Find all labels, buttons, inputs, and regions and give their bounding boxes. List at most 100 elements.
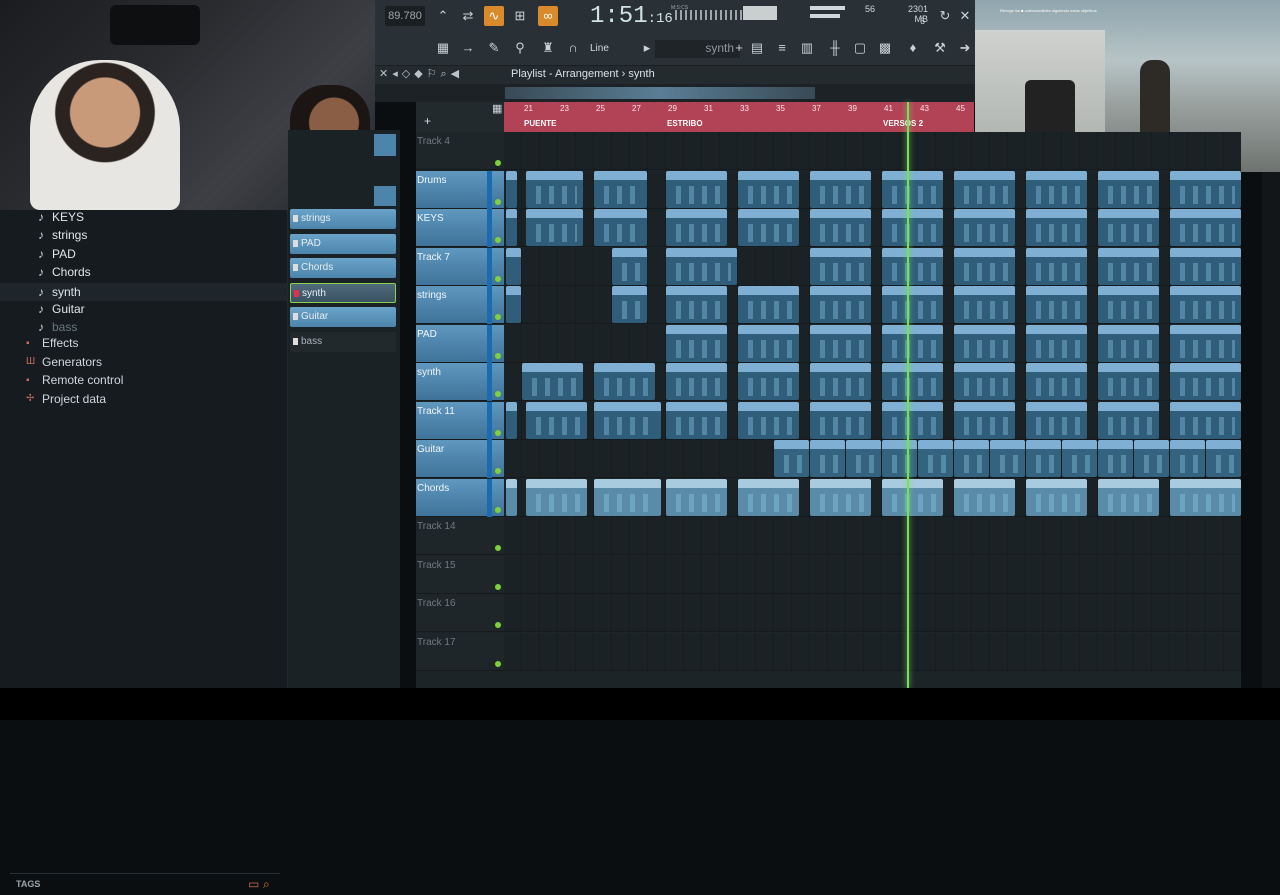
- pattern-clip[interactable]: ▮ synth: [954, 363, 1015, 400]
- timeline-marker[interactable]: PUENTE: [524, 119, 556, 128]
- pattern-clip[interactable]: ▮: [506, 478, 517, 516]
- pattern-clip[interactable]: ▮ Pattern 2: [954, 247, 1015, 285]
- track-lane[interactable]: ▮ ▮ st...gs ▮ strings ▮ strings ▮ strings ▮ s…: [504, 286, 1241, 324]
- pattern-clip[interactable]: ▮ Pattern 2: [1170, 247, 1241, 285]
- pattern-clip[interactable]: ▮ KEYS: [882, 209, 943, 246]
- mic-icon[interactable]: ♦: [903, 38, 923, 58]
- pattern-clip[interactable]: ▮ KEYS: [810, 209, 871, 246]
- step-edit-icon[interactable]: ⊞: [510, 6, 530, 26]
- add-track-icon[interactable]: +: [424, 114, 431, 128]
- export-icon[interactable]: ➜: [955, 38, 975, 58]
- picker-item[interactable]: synth: [290, 282, 396, 303]
- track-header[interactable]: Chords: [416, 478, 504, 517]
- pattern-clip[interactable]: ▮ Drums: [954, 170, 1015, 208]
- pattern-clip[interactable]: ▮ strings: [738, 286, 799, 323]
- tool-icon[interactable]: ⚒: [930, 38, 950, 58]
- pattern-clip[interactable]: ▮ strings: [666, 286, 727, 323]
- pattern-clip[interactable]: ▮ PAD: [1098, 324, 1159, 362]
- pattern-clip[interactable]: ▮ Guitar: [1206, 440, 1241, 477]
- pattern-clip[interactable]: ▮ Drums: [882, 170, 943, 208]
- pattern-clip[interactable]: ▮ synth: [1170, 363, 1241, 400]
- track-lane[interactable]: [504, 555, 1241, 594]
- magnet-icon[interactable]: ∩: [563, 38, 583, 58]
- track-lane[interactable]: [504, 517, 1241, 555]
- playhead[interactable]: [907, 102, 909, 688]
- channel-rack-icon[interactable]: ▥: [797, 38, 817, 58]
- pattern-clip[interactable]: ▮ bass: [954, 401, 1015, 439]
- pattern-clip[interactable]: ▮ Pattern 2: [810, 247, 871, 285]
- browser-item[interactable]: ♪ strings: [38, 228, 87, 242]
- track-mute-dot[interactable]: [495, 275, 501, 282]
- pattern-clip[interactable]: ▮ Guitar: [1062, 440, 1097, 477]
- pattern-clip[interactable]: ▮ Chords: [738, 478, 799, 516]
- pattern-clip[interactable]: ▮ bass: [738, 401, 799, 439]
- track-lane[interactable]: [504, 132, 1241, 170]
- picker-item[interactable]: strings: [290, 209, 396, 229]
- track-lane[interactable]: ▮ Guitar ▮ Guitar ▮ Guitar ▮ Guitar ▮ Guitar…: [504, 440, 1241, 478]
- track-header[interactable]: Track 4: [416, 132, 504, 170]
- pattern-clip[interactable]: ▮ Guitar: [774, 440, 809, 477]
- browser-folder[interactable]: ▪ Effects: [26, 336, 78, 350]
- track-mute-dot[interactable]: [495, 468, 501, 474]
- pattern-clip[interactable]: ▮ Pattern 2: [666, 247, 737, 285]
- browser-item[interactable]: ♪ Chords: [38, 265, 91, 279]
- pattern-clip[interactable]: ▮ KEYS: [738, 209, 799, 246]
- pattern-clip[interactable]: ▮ Pa..2: [612, 247, 647, 285]
- plugin-picker-icon[interactable]: ▩: [875, 38, 895, 58]
- track-lane[interactable]: ▮ ▮ Drums ▮ Drums ▮ Drums ▮ Drums ▮ Drums ▮ Dr…: [504, 170, 1241, 209]
- playlist-overview[interactable]: [375, 84, 975, 102]
- pattern-clip[interactable]: ▮ synth: [882, 363, 943, 400]
- track-mute-dot[interactable]: [495, 545, 501, 551]
- refresh-icon[interactable]: ↻: [935, 6, 955, 26]
- pattern-clip[interactable]: ▮ Chords: [882, 478, 943, 516]
- tools-icon[interactable]: ✕: [955, 6, 975, 26]
- pattern-clip[interactable]: ▮: [506, 209, 517, 246]
- loop-record-icon[interactable]: ∞: [538, 6, 558, 26]
- picker-item[interactable]: bass: [290, 332, 396, 352]
- pattern-clip[interactable]: ▮ strings: [882, 286, 943, 323]
- pattern-clip[interactable]: ▮ KEYS: [1170, 209, 1241, 246]
- pattern-clip[interactable]: ▮ KEYS: [526, 209, 583, 246]
- pattern-clip[interactable]: ▮ Chords: [954, 478, 1015, 516]
- pattern-clip[interactable]: ▮ bass: [1170, 401, 1241, 439]
- timeline-marker[interactable]: VERSOS 2: [883, 119, 923, 128]
- pattern-clip[interactable]: ▮ Drums: [666, 170, 727, 208]
- play-pattern-icon[interactable]: ▸: [637, 38, 657, 58]
- metronome-icon[interactable]: ⌃: [433, 6, 453, 26]
- arrow-right-icon[interactable]: →: [458, 38, 478, 58]
- pattern-clip[interactable]: ▮ PAD: [1026, 324, 1087, 362]
- pattern-clip[interactable]: ▮ bass: [810, 401, 871, 439]
- pattern-clip[interactable]: ▮ Chords: [526, 478, 587, 516]
- picker-item[interactable]: Guitar: [290, 307, 396, 328]
- track-lane[interactable]: [504, 632, 1241, 671]
- pattern-clip[interactable]: ▮ Chords: [1026, 478, 1087, 516]
- pattern-clip[interactable]: ▮ Guitar: [1134, 440, 1169, 477]
- pattern-clip[interactable]: ▮ strings: [810, 286, 871, 323]
- playlist-window-icon[interactable]: ▤: [747, 38, 767, 58]
- pattern-clip[interactable]: ▮ Guitar: [918, 440, 953, 477]
- pattern-clip[interactable]: ▮ PAD: [882, 324, 943, 362]
- track-mute-dot[interactable]: [495, 314, 501, 320]
- track-header[interactable]: Track 11: [416, 401, 504, 440]
- pattern-clip[interactable]: ▮ KEYS: [954, 209, 1015, 246]
- pattern-clip[interactable]: ▮ Chords: [594, 478, 661, 516]
- pattern-clip[interactable]: ▮ KEYS: [666, 209, 727, 246]
- pattern-clip[interactable]: ▮ PAD: [1170, 324, 1241, 362]
- pattern-clip[interactable]: ▮ strings: [954, 286, 1015, 323]
- pattern-clip[interactable]: ▮ synth: [738, 363, 799, 400]
- pattern-clip[interactable]: ▮ Guitar: [1026, 440, 1061, 477]
- track-header[interactable]: PAD: [416, 324, 504, 363]
- pattern-clip[interactable]: ▮ Drums: [738, 170, 799, 208]
- track-mute-dot[interactable]: [495, 583, 501, 590]
- piano-icon[interactable]: ▦: [433, 38, 453, 58]
- pattern-clip[interactable]: ▮ Chords: [810, 478, 871, 516]
- track-mute-dot[interactable]: [495, 506, 501, 513]
- pattern-clip[interactable]: ▮: [506, 247, 521, 285]
- pattern-clip[interactable]: ▮: [506, 170, 517, 208]
- pattern-clip[interactable]: ▮ Pattern 2: [1098, 247, 1159, 285]
- pattern-clip[interactable]: ▮ Pattern 2: [1026, 247, 1087, 285]
- add-pattern-icon[interactable]: +: [729, 38, 749, 58]
- brush-icon[interactable]: ✎: [484, 38, 504, 58]
- pattern-clip[interactable]: ▮ Drums: [594, 170, 647, 208]
- browser-folder[interactable]: ▪ Remote control: [26, 373, 123, 387]
